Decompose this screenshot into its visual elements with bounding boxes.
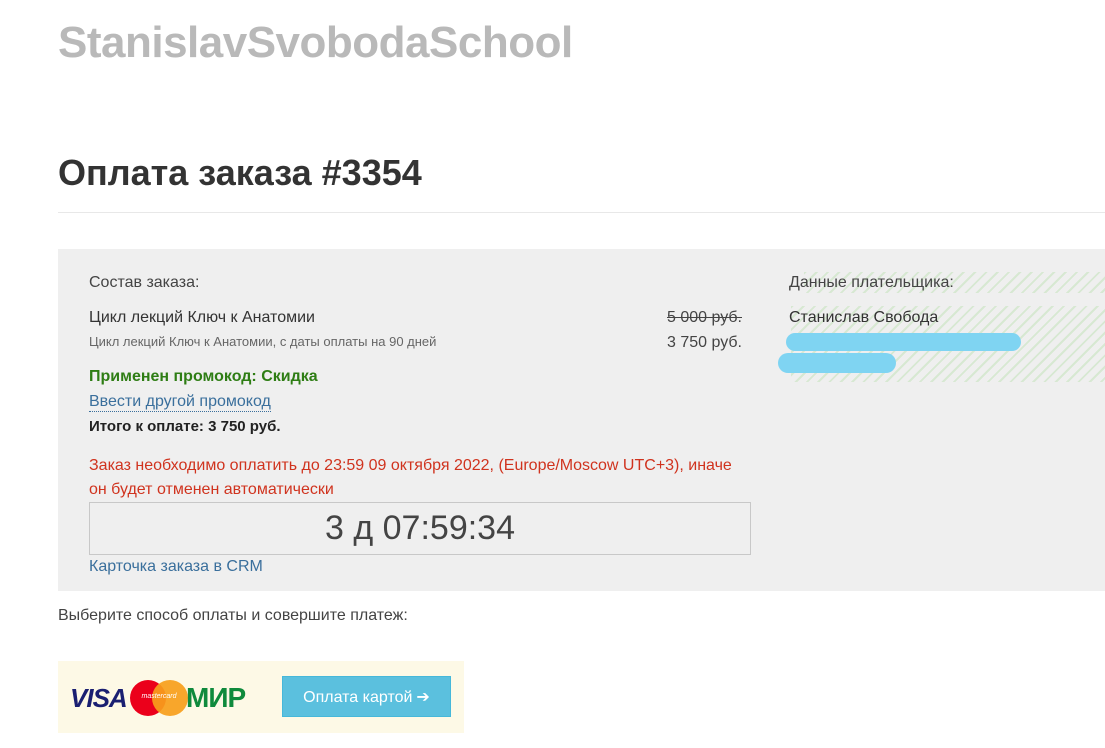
redacted-payer-email (786, 333, 1021, 351)
payer-name: Станислав Свобода (789, 309, 939, 326)
payment-deadline-warning: Заказ необходимо оплатить до 23:59 09 ок… (89, 457, 732, 498)
crm-order-card-link[interactable]: Карточка заказа в CRM (89, 558, 263, 576)
original-price: 5 000 руб. (667, 309, 742, 326)
order-summary-panel: Состав заказа: Цикл лекций Ключ к Анатом… (58, 249, 1105, 591)
discounted-price: 3 750 руб. (667, 334, 742, 351)
order-item-description: Цикл лекций Ключ к Анатомии, с даты опла… (89, 334, 437, 349)
title-divider (58, 212, 1105, 213)
card-payment-option: VISA mastercard МИР Оплата картой ➔ (58, 661, 464, 733)
payer-data-label: Данные плательщика: (789, 274, 954, 291)
countdown-timer: 3 д 07:59:34 (89, 502, 751, 555)
mastercard-wordmark: mastercard (141, 693, 177, 700)
redacted-payer-phone (778, 353, 896, 373)
mastercard-logo: mastercard (130, 680, 188, 716)
visa-logo: VISA (70, 683, 128, 713)
arrow-right-icon: ➔ (416, 689, 430, 706)
total-amount: Итого к оплате: 3 750 руб. (89, 418, 281, 435)
order-composition-label: Состав заказа: (89, 274, 200, 291)
school-logo-title[interactable]: StanislavSvobodaSchool (58, 18, 573, 68)
enter-promo-code-link[interactable]: Ввести другой промокод (89, 393, 271, 412)
order-item-name: Цикл лекций Ключ к Анатомии (89, 309, 315, 326)
page-title: Оплата заказа #3354 (58, 152, 422, 193)
pay-by-card-label: Оплата картой (303, 689, 413, 706)
payment-method-prompt: Выберите способ оплаты и совершите плате… (58, 607, 408, 624)
payment-page: StanislavSvobodaSchool Оплата заказа #33… (0, 0, 1105, 748)
pay-by-card-button[interactable]: Оплата картой ➔ (282, 676, 451, 717)
promo-applied-text: Применен промокод: Скидка (89, 368, 318, 385)
mir-logo: МИР (186, 682, 246, 713)
